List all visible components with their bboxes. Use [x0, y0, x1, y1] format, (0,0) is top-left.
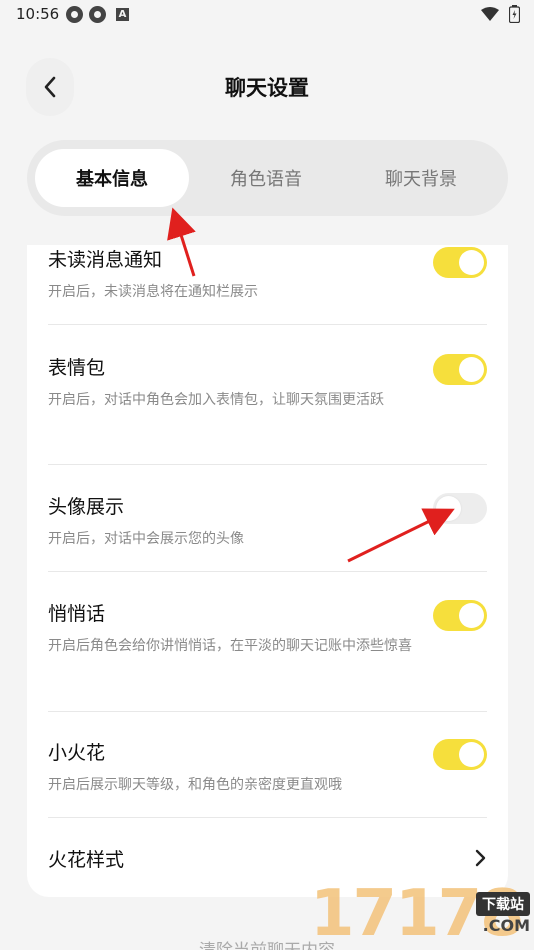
tab-chat-background[interactable]: 聊天背景 [344, 149, 498, 207]
page-title: 聊天设置 [225, 76, 309, 100]
notification-icons: A [66, 6, 129, 23]
divider [48, 324, 487, 325]
chevron-right-icon [475, 849, 486, 867]
a-notification-icon: A [116, 8, 129, 21]
setting-title: 未读消息通知 [48, 249, 163, 271]
setting-unread-notification: 未读消息通知 开启后，未读消息将在通知栏展示 [48, 245, 487, 307]
status-bar: 10:56 A [0, 0, 534, 30]
watermark-badge: 下载站 [476, 892, 530, 916]
header: 聊天设置 [0, 58, 534, 118]
watermark-suffix: .COM [482, 916, 530, 935]
divider [48, 464, 487, 465]
battery-icon [509, 5, 520, 23]
spark-style-label: 火花样式 [48, 849, 125, 871]
setting-stickers: 表情包 开启后，对话中角色会加入表情包，让聊天氛围更活跃 [48, 353, 487, 415]
toggle-stickers[interactable] [433, 354, 487, 385]
toggle-unread-notification[interactable] [433, 247, 487, 278]
system-icons [481, 5, 520, 23]
divider [48, 571, 487, 572]
wifi-icon [481, 7, 499, 21]
toggle-knob [459, 742, 484, 767]
setting-title: 小火花 [48, 742, 106, 764]
app-notification-icon [89, 6, 106, 23]
setting-title: 悄悄话 [48, 603, 106, 625]
tab-character-voice[interactable]: 角色语音 [189, 149, 343, 207]
toggle-knob [459, 603, 484, 628]
watermark-logo: 17178 下载站 .COM [310, 880, 534, 950]
tab-basic-info[interactable]: 基本信息 [35, 149, 189, 207]
status-time: 10:56 [16, 5, 60, 23]
toggle-knob [436, 496, 461, 521]
setting-desc: 开启后，未读消息将在通知栏展示 [48, 284, 258, 300]
tab-bar: 基本信息 角色语音 聊天背景 [27, 140, 508, 216]
setting-title: 表情包 [48, 357, 106, 379]
spark-style-row[interactable]: 火花样式 [48, 845, 487, 875]
setting-desc: 开启后，对话中角色会加入表情包，让聊天氛围更活跃 [48, 392, 384, 408]
settings-card: 未读消息通知 开启后，未读消息将在通知栏展示 表情包 开启后，对话中角色会加入表… [27, 245, 508, 897]
setting-desc: 开启后角色会给你讲悄悄话，在平淡的聊天记账中添些惊喜 [48, 638, 412, 654]
divider [48, 711, 487, 712]
setting-whisper: 悄悄话 开启后角色会给你讲悄悄话，在平淡的聊天记账中添些惊喜 [48, 599, 487, 661]
toggle-avatar-display[interactable] [433, 493, 487, 524]
divider [48, 817, 487, 818]
toggle-knob [459, 250, 484, 275]
setting-title: 头像展示 [48, 496, 125, 518]
setting-desc: 开启后，对话中会展示您的头像 [48, 531, 244, 547]
setting-little-spark: 小火花 开启后展示聊天等级，和角色的亲密度更直观哦 [48, 738, 487, 800]
toggle-whisper[interactable] [433, 600, 487, 631]
setting-avatar-display: 头像展示 开启后，对话中会展示您的头像 [48, 492, 487, 554]
toggle-knob [459, 357, 484, 382]
toggle-little-spark[interactable] [433, 739, 487, 770]
setting-desc: 开启后展示聊天等级，和角色的亲密度更直观哦 [48, 777, 342, 793]
app-notification-icon [66, 6, 83, 23]
